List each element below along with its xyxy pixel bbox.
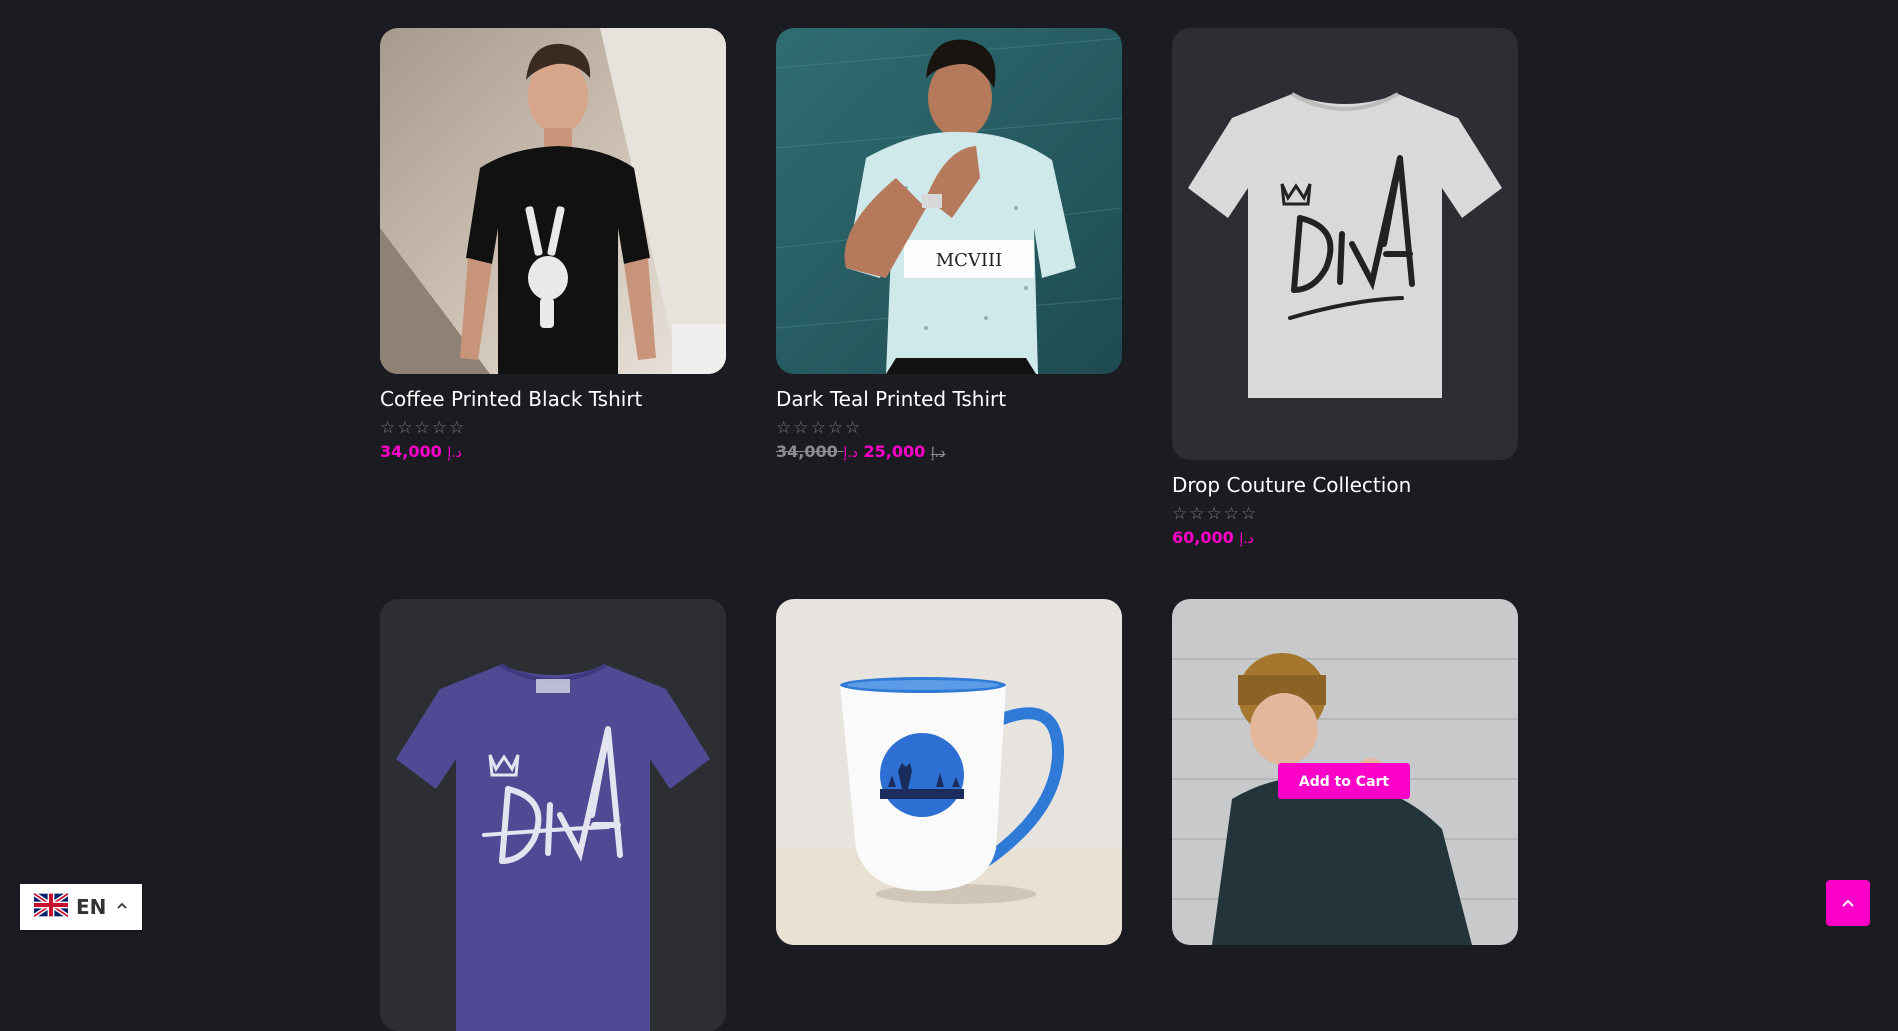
star-outline-icon: ☆ (1223, 504, 1239, 524)
product-image[interactable] (776, 599, 1122, 945)
chevron-up-icon (116, 900, 128, 915)
product-title[interactable]: Dark Teal Printed Tshirt (776, 386, 1122, 412)
product-card[interactable]: Coffee Printed Black Tshirt ☆ ☆ ☆ ☆ ☆ 34,000… (380, 28, 726, 461)
uk-flag-icon (32, 891, 70, 922)
star-outline-icon: ☆ (431, 418, 447, 438)
old-price-currency: د.إ (930, 445, 946, 461)
price-value: 34,000 (380, 442, 442, 461)
price-value: 25,000 (863, 442, 926, 461)
star-outline-icon: ☆ (793, 418, 809, 438)
product-card[interactable]: Drop Couture Collection ☆ ☆ ☆ ☆ ☆ 60,000 د.إ (1172, 28, 1518, 547)
add-to-cart-button[interactable]: Add to Cart (1278, 763, 1410, 799)
product-card[interactable] (380, 599, 726, 1031)
product-title[interactable]: Drop Couture Collection (1172, 472, 1518, 498)
price-currency: د.إ (843, 445, 858, 461)
language-switcher[interactable]: EN (20, 884, 142, 930)
star-outline-icon: ☆ (1189, 504, 1205, 524)
product-image[interactable] (1172, 28, 1518, 460)
star-outline-icon: ☆ (397, 418, 413, 438)
product-card[interactable]: MCVIII Dark Teal Printed Tshirt ☆ ☆ ☆ ☆ ☆ 34… (776, 28, 1122, 461)
star-outline-icon: ☆ (827, 418, 843, 438)
product-image[interactable]: MCVIII (776, 28, 1122, 374)
old-price-value: 34,000 (776, 442, 838, 461)
star-outline-icon: ☆ (810, 418, 826, 438)
chevron-up-icon (1842, 899, 1854, 907)
product-image[interactable]: Add to Cart (1172, 599, 1518, 945)
star-outline-icon: ☆ (449, 418, 465, 438)
price-value: 60,000 (1172, 528, 1234, 547)
product-image[interactable] (380, 28, 726, 374)
product-card[interactable] (776, 599, 1122, 945)
product-price: 60,000 د.إ (1172, 528, 1518, 547)
product-image[interactable] (380, 599, 726, 1031)
price-currency: د.إ (447, 445, 462, 461)
star-outline-icon: ☆ (1172, 504, 1188, 524)
star-outline-icon: ☆ (380, 418, 396, 438)
price-currency: د.إ (1239, 531, 1254, 547)
rating-stars: ☆ ☆ ☆ ☆ ☆ (1172, 504, 1518, 524)
scroll-to-top-button[interactable] (1826, 880, 1870, 926)
product-price: 34,000 د.إ (380, 442, 726, 461)
star-outline-icon: ☆ (1241, 504, 1257, 524)
product-title[interactable]: Coffee Printed Black Tshirt (380, 386, 726, 412)
rating-stars: ☆ ☆ ☆ ☆ ☆ (776, 418, 1122, 438)
rating-stars: ☆ ☆ ☆ ☆ ☆ (380, 418, 726, 438)
star-outline-icon: ☆ (1206, 504, 1222, 524)
language-code: EN (76, 895, 107, 919)
svg-text:MCVIII: MCVIII (936, 250, 1003, 271)
product-card[interactable]: Add to Cart (1172, 599, 1518, 945)
star-outline-icon: ☆ (845, 418, 861, 438)
star-outline-icon: ☆ (414, 418, 430, 438)
product-price: 34,000 د.إ 25,000 د.إ (776, 442, 1122, 461)
star-outline-icon: ☆ (776, 418, 792, 438)
